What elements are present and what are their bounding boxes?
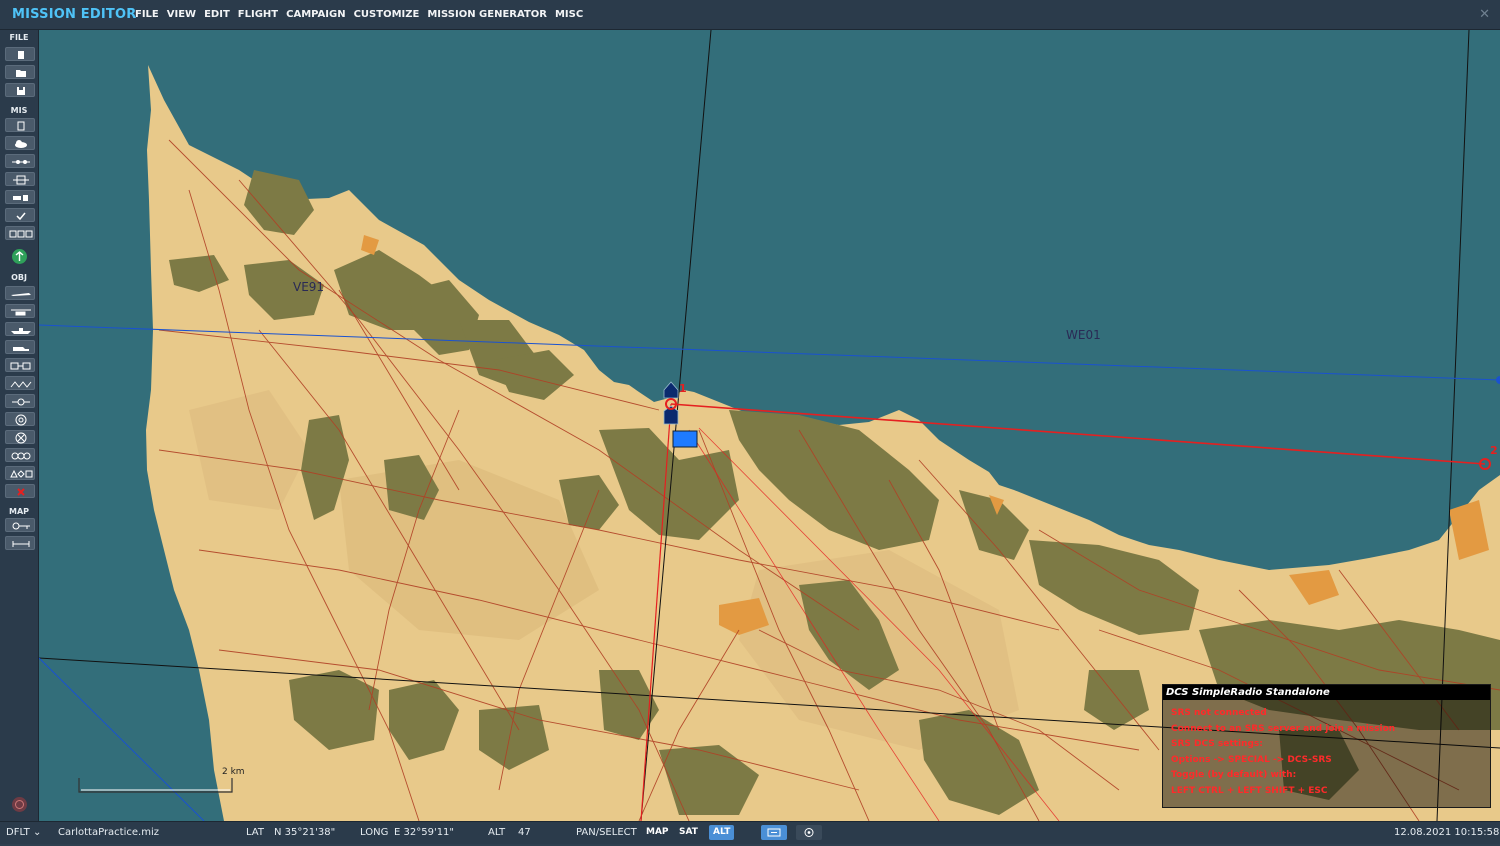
srs-line: SRS DCS settings: bbox=[1171, 739, 1263, 750]
srs-overlay: DCS SimpleRadio Standalone SRS not conne… bbox=[1162, 684, 1491, 808]
save-file-icon[interactable] bbox=[5, 83, 35, 97]
vehicle-icon[interactable] bbox=[5, 340, 35, 354]
menu-file[interactable]: FILE bbox=[135, 9, 159, 20]
menu-view[interactable]: VIEW bbox=[167, 9, 196, 20]
srs-line: LEFT CTRL + LEFT SHIFT + ESC bbox=[1171, 785, 1328, 796]
toolbar-file-label: FILE bbox=[9, 33, 29, 42]
helicopter-icon[interactable] bbox=[5, 304, 35, 318]
app-title: MISSION EDITOR bbox=[12, 7, 137, 22]
resources-icon[interactable] bbox=[5, 226, 35, 240]
lat-label: LAT bbox=[246, 827, 264, 838]
briefing-icon[interactable] bbox=[5, 118, 35, 132]
mode-label[interactable]: PAN/SELECT bbox=[576, 827, 637, 838]
delete-icon[interactable] bbox=[5, 484, 35, 498]
srs-title: DCS SimpleRadio Standalone bbox=[1163, 685, 1490, 700]
weather-icon[interactable] bbox=[5, 136, 35, 150]
new-file-icon[interactable] bbox=[5, 47, 35, 61]
settings-icon[interactable] bbox=[796, 825, 822, 840]
alt-mode-button[interactable]: ALT bbox=[709, 825, 735, 840]
open-file-icon[interactable] bbox=[5, 65, 35, 79]
menu-customize[interactable]: CUSTOMIZE bbox=[354, 9, 420, 20]
check-icon[interactable] bbox=[5, 208, 35, 222]
menu-edit[interactable]: EDIT bbox=[204, 9, 230, 20]
triggered-actions-icon[interactable] bbox=[5, 154, 35, 168]
main-menu: FILE VIEW EDIT FLIGHT CAMPAIGN CUSTOMIZE… bbox=[135, 9, 583, 20]
close-icon[interactable]: ✕ bbox=[1479, 7, 1490, 22]
map-objects-icon[interactable] bbox=[5, 376, 35, 390]
filter-icon[interactable] bbox=[761, 825, 787, 840]
trigger-zone-icon[interactable] bbox=[5, 172, 35, 186]
status-bar: DFLT ⌄ CarlottaPractice.miz LAT N 35°21'… bbox=[0, 821, 1500, 844]
toolbar-obj-label: OBJ bbox=[11, 273, 27, 282]
go-icon[interactable] bbox=[12, 249, 27, 264]
srs-line: SRS not connected bbox=[1171, 708, 1267, 718]
airfield-marker bbox=[672, 430, 698, 448]
menu-flight[interactable]: FLIGHT bbox=[238, 9, 278, 20]
map-mode-button[interactable]: MAP bbox=[642, 825, 673, 840]
grid-label-we01: WE01 bbox=[1066, 328, 1101, 342]
left-toolbar: FILE MIS OBJ MAP bbox=[0, 30, 39, 821]
toolbar-mis-label: MIS bbox=[10, 106, 28, 115]
ruler-key-icon[interactable] bbox=[5, 518, 35, 532]
toolbar-map-label: MAP bbox=[8, 507, 29, 516]
alt-value: 47 bbox=[518, 827, 531, 838]
menu-mission-generator[interactable]: MISSION GENERATOR bbox=[427, 9, 547, 20]
plane-icon[interactable] bbox=[5, 286, 35, 300]
sat-mode-button[interactable]: SAT bbox=[675, 825, 702, 840]
goals-icon[interactable] bbox=[5, 190, 35, 204]
mission-filename: CarlottaPractice.miz bbox=[58, 827, 159, 838]
waypoint-label-2: 2 bbox=[1490, 444, 1498, 457]
group-icon[interactable] bbox=[5, 448, 35, 462]
srs-line: Connect to an SRS server and join a miss… bbox=[1171, 723, 1396, 734]
profile-value: DFLT bbox=[6, 827, 30, 838]
ship-icon[interactable] bbox=[5, 322, 35, 336]
target-icon[interactable] bbox=[5, 412, 35, 426]
measure-icon[interactable] bbox=[5, 536, 35, 550]
exit-icon[interactable] bbox=[12, 797, 27, 812]
shapes-icon[interactable] bbox=[5, 466, 35, 480]
srs-line: Toggle (by default) with: bbox=[1171, 770, 1297, 781]
grid-label-ve91: VE91 bbox=[293, 280, 325, 294]
long-label: LONG bbox=[360, 827, 389, 838]
profile-select[interactable]: DFLT ⌄ bbox=[6, 827, 41, 838]
srs-line: Options -> SPECIAL -> DCS-SRS bbox=[1171, 754, 1332, 765]
alt-label: ALT bbox=[488, 827, 506, 838]
title-bar: MISSION EDITOR FILE VIEW EDIT FLIGHT CAM… bbox=[0, 0, 1500, 30]
date-time: 12.08.2021 10:15:58 bbox=[1394, 827, 1500, 838]
chevron-down-icon: ⌄ bbox=[32, 827, 42, 838]
scale-label: 2 km bbox=[222, 767, 245, 777]
nav-point-icon[interactable] bbox=[5, 394, 35, 408]
waypoint-label-1: 1 bbox=[679, 382, 687, 395]
menu-misc[interactable]: MISC bbox=[555, 9, 583, 20]
static-object-icon[interactable] bbox=[5, 358, 35, 372]
menu-campaign[interactable]: CAMPAIGN bbox=[286, 9, 345, 20]
lat-value: N 35°21'38" bbox=[274, 827, 336, 838]
long-value: E 32°59'11" bbox=[394, 827, 455, 838]
destroy-icon[interactable] bbox=[5, 430, 35, 444]
